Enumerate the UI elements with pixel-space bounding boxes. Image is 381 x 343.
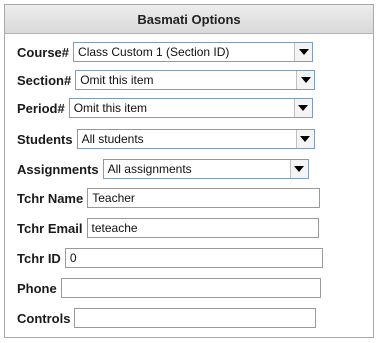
chevron-down-icon[interactable] (294, 43, 313, 61)
tchr-email-input[interactable]: teteache (86, 218, 319, 238)
assignments-label: Assignments (17, 161, 99, 177)
phone-input[interactable] (60, 278, 321, 298)
tchr-id-row: Tchr ID 0 (17, 247, 323, 269)
section-select-value: Omit this item (80, 73, 154, 87)
course-select[interactable]: Class Custom 1 (Section ID) (73, 42, 314, 62)
controls-label: Controls (17, 310, 71, 326)
basmati-options-panel: Basmati Options Course# Class Custom 1 (… (4, 4, 374, 338)
students-row: Students All students (17, 128, 315, 150)
chevron-down-icon[interactable] (289, 160, 308, 178)
assignments-row: Assignments All assignments (17, 158, 309, 180)
tchr-id-input[interactable]: 0 (64, 248, 323, 268)
section-select[interactable]: Omit this item (75, 70, 316, 90)
controls-row: Controls (17, 307, 317, 329)
tchr-email-row: Tchr Email teteache (17, 217, 319, 239)
tchr-name-input[interactable]: Teacher (87, 188, 321, 208)
section-label: Section# (17, 72, 72, 88)
students-label: Students (17, 131, 73, 147)
course-row: Course# Class Custom 1 (Section ID) (17, 41, 314, 63)
phone-row: Phone (17, 277, 321, 299)
tchr-email-label: Tchr Email (17, 220, 83, 236)
chevron-down-icon[interactable] (296, 71, 315, 89)
period-row: Period# Omit this item (17, 97, 313, 119)
period-select-value: Omit this item (73, 101, 148, 115)
period-select[interactable]: Omit this item (68, 98, 313, 118)
controls-input[interactable] (74, 308, 317, 328)
assignments-select-value: All assignments (107, 162, 192, 176)
period-label: Period# (17, 100, 65, 116)
course-label: Course# (17, 44, 70, 60)
tchr-id-label: Tchr ID (17, 250, 61, 266)
course-select-value: Class Custom 1 (Section ID) (78, 45, 230, 59)
students-select[interactable]: All students (76, 129, 315, 149)
tchr-name-row: Tchr Name Teacher (17, 187, 321, 209)
students-select-value: All students (81, 132, 144, 146)
chevron-down-icon[interactable] (293, 99, 312, 117)
phone-label: Phone (17, 280, 57, 296)
panel-title: Basmati Options (5, 5, 373, 34)
assignments-select[interactable]: All assignments (102, 159, 309, 179)
chevron-down-icon[interactable] (295, 130, 314, 148)
tchr-name-label: Tchr Name (17, 190, 84, 206)
section-row: Section# Omit this item (17, 69, 316, 91)
